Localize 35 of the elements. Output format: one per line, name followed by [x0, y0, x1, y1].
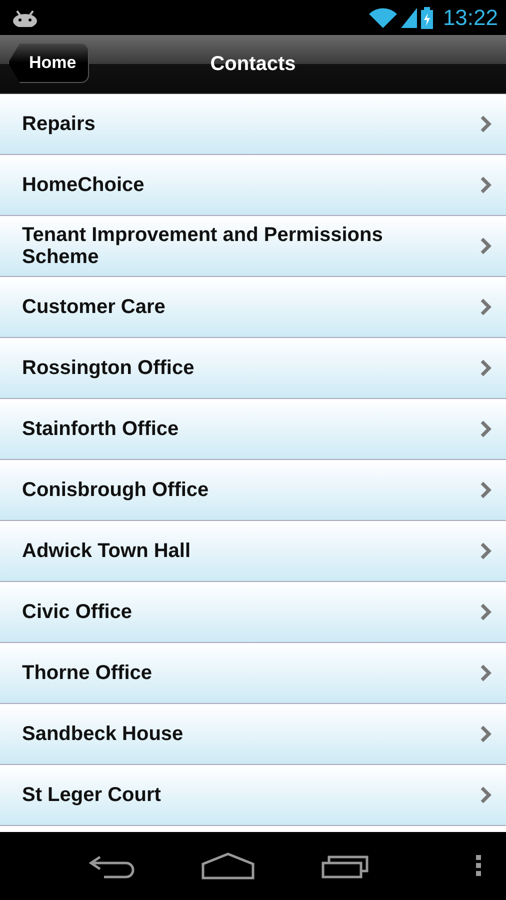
chevron-right-icon — [480, 237, 492, 255]
contact-label: Stainforth Office — [22, 418, 179, 440]
signal-icon — [400, 8, 417, 28]
android-icon — [12, 8, 38, 26]
chevron-right-icon — [480, 603, 492, 621]
chevron-right-icon — [480, 359, 492, 377]
contact-label: Conisbrough Office — [22, 479, 209, 501]
contact-label: Rossington Office — [22, 357, 194, 379]
chevron-right-icon — [480, 725, 492, 743]
contact-label: Tenant Improvement and Permissions Scheme — [22, 224, 384, 268]
clock: 13:22 — [442, 4, 498, 30]
chevron-right-icon — [480, 786, 492, 804]
contact-label: Repairs — [22, 113, 96, 135]
chevron-right-icon — [480, 298, 492, 316]
back-button[interactable]: Home — [8, 43, 90, 83]
chevron-right-icon — [480, 542, 492, 560]
overflow-menu-icon[interactable] — [476, 855, 482, 877]
home-icon[interactable] — [201, 852, 256, 880]
contact-label: St Leger Court — [22, 784, 161, 806]
contact-label: Thorne Office — [22, 662, 152, 684]
chevron-right-icon — [480, 420, 492, 438]
contact-label: Sandbeck House — [22, 723, 184, 745]
recent-apps-icon[interactable] — [320, 853, 371, 879]
wifi-icon — [368, 8, 397, 28]
chevron-right-icon — [480, 481, 492, 499]
chevron-right-icon — [480, 115, 492, 133]
contact-label: Civic Office — [22, 601, 132, 623]
chevron-right-icon — [480, 664, 492, 682]
contact-label: HomeChoice — [22, 174, 144, 196]
battery-icon — [420, 6, 433, 28]
contact-label: Adwick Town Hall — [22, 540, 191, 562]
contact-label: Customer Care — [22, 296, 166, 318]
chevron-right-icon — [480, 176, 492, 194]
screen-title: Contacts — [210, 52, 296, 76]
back-icon[interactable] — [88, 853, 136, 879]
